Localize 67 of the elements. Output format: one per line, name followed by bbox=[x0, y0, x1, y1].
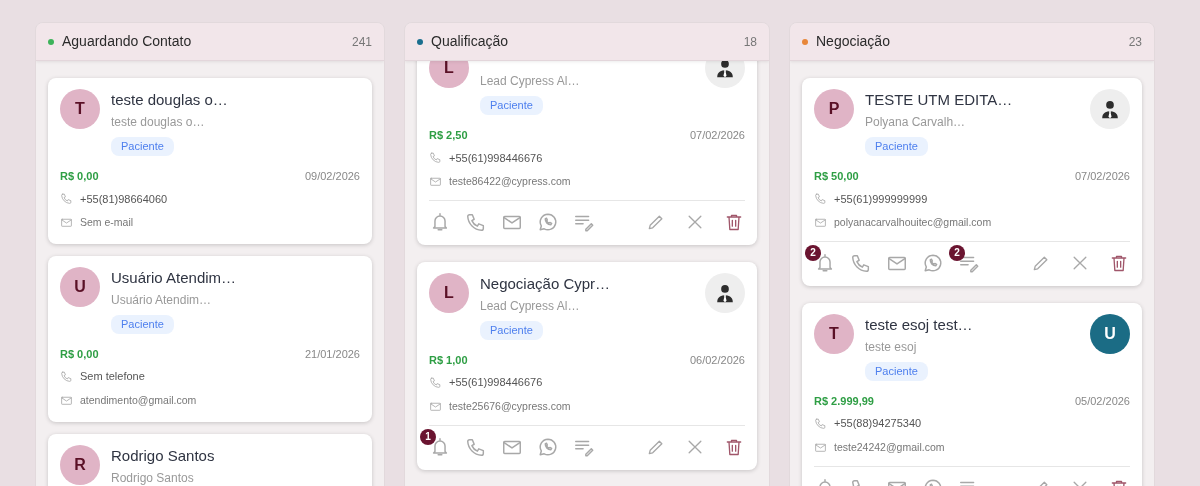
tag: Paciente bbox=[111, 314, 174, 334]
deal-date: 09/02/2026 bbox=[304, 169, 360, 184]
contact-avatar: L bbox=[429, 61, 469, 88]
card-title: TESTE UTM EDITA… bbox=[865, 90, 1014, 110]
deal-value: R$ 0,00 bbox=[60, 346, 99, 362]
column-title: Qualificação bbox=[431, 32, 510, 51]
card-subtitle: teste douglas o… bbox=[111, 114, 206, 131]
card-subtitle: Usuário Atendim… bbox=[111, 291, 213, 309]
tag: Paciente bbox=[865, 361, 928, 381]
card-title: Negociação Cypr… bbox=[480, 273, 612, 294]
deal-card[interactable]: R Rodrigo Santos Rodrigo Santos bbox=[48, 433, 372, 486]
column-count: 18 bbox=[743, 33, 757, 51]
deal-value: R$ 2.999,99 bbox=[814, 393, 874, 409]
contact-avatar: P bbox=[814, 89, 854, 129]
deal-value: R$ 0,00 bbox=[60, 169, 99, 184]
email-address: Sem e-mail bbox=[80, 215, 134, 230]
phone-number: Sem telefone bbox=[80, 369, 145, 385]
deal-value: R$ 1,00 bbox=[429, 352, 468, 368]
card-title: teste esoj test… bbox=[865, 314, 974, 335]
count-badge: 1 bbox=[420, 428, 436, 445]
column-count: 23 bbox=[1128, 33, 1142, 51]
tag: Paciente bbox=[480, 96, 543, 115]
card-title: Rodrigo Santos bbox=[111, 445, 216, 466]
deal-card[interactable]: L Lead Cypress Al… Paciente R$ 2,50 07/02/2026 +55(61)998446676 teste86422@cypress.com bbox=[417, 61, 757, 245]
deal-card[interactable]: P TESTE UTM EDITA… Polyana Carvalh… Paciente R$ 50,00 07/02/2026 +55(61)999999999 polyanacarvalhouitec@gmail.com 2 2 bbox=[802, 78, 1142, 286]
email-address: teste86422@cypress.com bbox=[449, 174, 571, 189]
deal-card[interactable]: T teste esoj test… teste esoj Paciente U R$ 2.999,99 05/02/2026 +55(88)94275340 teste24242@gmail.com bbox=[802, 302, 1142, 486]
phone-number: +55(88)94275340 bbox=[834, 416, 922, 432]
contact-avatar: T bbox=[814, 313, 854, 354]
contact-avatar: L bbox=[429, 272, 469, 313]
deal-date: 05/02/2026 bbox=[1074, 393, 1130, 409]
tag: Paciente bbox=[865, 137, 928, 156]
phone-number: +55(81)98664060 bbox=[80, 191, 168, 207]
deal-date: 07/02/2026 bbox=[689, 128, 745, 143]
deal-date: 07/02/2026 bbox=[1074, 169, 1130, 184]
card-subtitle: Rodrigo Santos bbox=[111, 469, 195, 486]
card-title: Usuário Atendim… bbox=[111, 267, 238, 288]
count-badge: 2 bbox=[949, 244, 965, 261]
column-title: Aguardando Contato bbox=[62, 32, 193, 51]
count-badge: 2 bbox=[805, 244, 821, 261]
email-address: atendimento@gmail.com bbox=[80, 392, 197, 408]
card-subtitle: Lead Cypress Al… bbox=[480, 297, 581, 315]
card-title: teste douglas o… bbox=[111, 90, 229, 110]
contact-avatar: T bbox=[60, 89, 100, 129]
deal-value: R$ 2,50 bbox=[429, 128, 468, 143]
phone-number: +55(61)999999999 bbox=[834, 191, 928, 207]
deal-card[interactable]: U Usuário Atendim… Usuário Atendim… Paciente R$ 0,00 21/01/2026 Sem telefone atendimento@gmail.com bbox=[48, 255, 372, 422]
deal-card[interactable]: L Negociação Cypr… Lead Cypress Al… Paciente R$ 1,00 06/02/2026 +55(61)998446676 teste25676@cypress.com 1 bbox=[417, 261, 757, 470]
deal-date: 21/01/2026 bbox=[304, 346, 360, 362]
card-subtitle: Polyana Carvalh… bbox=[865, 114, 967, 131]
email-address: teste24242@gmail.com bbox=[834, 439, 945, 455]
tag: Paciente bbox=[111, 137, 174, 156]
phone-number: +55(61)998446676 bbox=[449, 375, 543, 391]
tag: Paciente bbox=[480, 320, 543, 340]
card-subtitle: teste esoj bbox=[865, 338, 918, 356]
card-subtitle: Lead Cypress Al… bbox=[480, 73, 581, 90]
phone-number: +55(61)998446676 bbox=[449, 150, 543, 166]
email-address: polyanacarvalhouitec@gmail.com bbox=[834, 215, 992, 230]
deal-card[interactable]: T teste douglas o… teste douglas o… Paciente R$ 0,00 09/02/2026 +55(81)98664060 Sem e-mail bbox=[48, 78, 372, 244]
email-address: teste25676@cypress.com bbox=[449, 398, 571, 414]
column-count: 241 bbox=[351, 33, 372, 51]
contact-avatar: U bbox=[60, 266, 100, 307]
deal-date: 06/02/2026 bbox=[689, 352, 745, 368]
column-title: Negociação bbox=[816, 32, 891, 51]
contact-avatar: R bbox=[60, 444, 100, 485]
deal-value: R$ 50,00 bbox=[814, 169, 859, 184]
owner-avatar: U bbox=[1090, 313, 1130, 354]
